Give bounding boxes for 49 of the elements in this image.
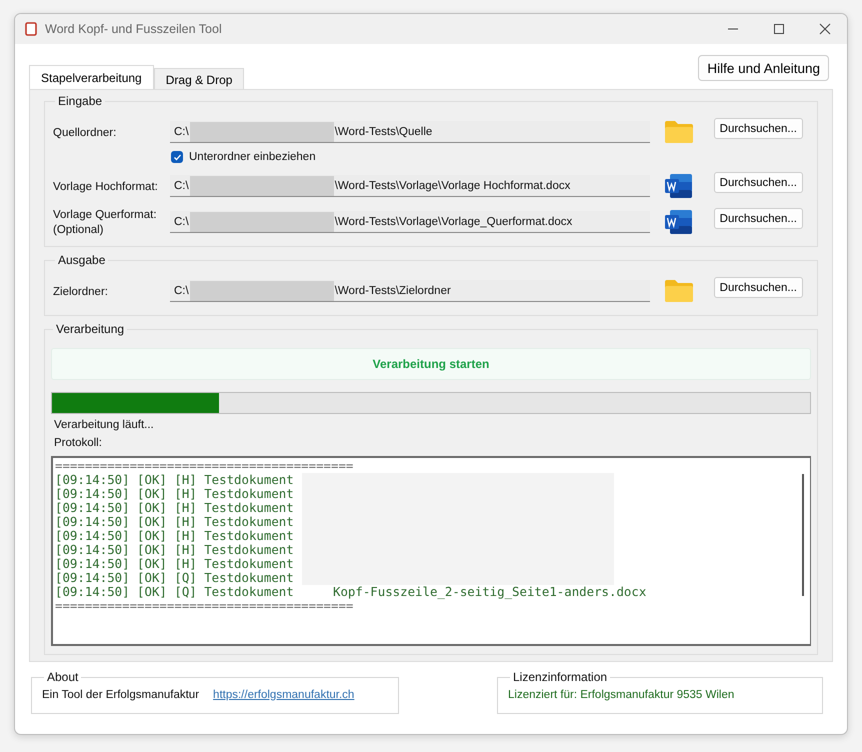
- field-label: Zielordner:: [53, 284, 109, 300]
- website-link[interactable]: https://erfolgsmanufaktur.ch: [213, 688, 354, 700]
- log-line: [09:14:50] [OK] [H] Testdokument: [55, 529, 294, 543]
- group-title: About: [46, 670, 80, 684]
- field-label: Vorlage Hochformat:: [53, 180, 159, 194]
- tab[interactable]: Drag & Drop: [154, 68, 244, 89]
- log-line: Kopf-Fusszeile_2-seitig_Seite1-anders.docx: [333, 585, 646, 599]
- help-button[interactable]: Hilfe und Anleitung: [698, 55, 829, 81]
- field-label: (Optional): [53, 223, 104, 238]
- log-line: ========================================: [55, 599, 354, 613]
- browse-button[interactable]: Durchsuchen...: [714, 208, 803, 229]
- maximize-icon[interactable]: [773, 23, 785, 35]
- group-title: Verarbeitung: [55, 322, 126, 336]
- group-title: Ausgabe: [57, 253, 106, 267]
- log-line: [09:14:50] [OK] [Q] Testdokument: [55, 571, 294, 585]
- folder-icon: [664, 279, 694, 303]
- status-text: Verarbeitung läuft...: [54, 418, 155, 432]
- folder-icon: [664, 120, 694, 144]
- field-label: Vorlage Querformat:: [53, 208, 158, 223]
- path-field[interactable]: C:\ \Word-Tests\Vorlage\Vorlage_Querformat.docx: [170, 211, 650, 233]
- log-line: [09:14:50] [OK] [H] Testdokument: [55, 487, 294, 501]
- log-line: [09:14:50] [OK] [H] Testdokument: [55, 557, 294, 571]
- path-field[interactable]: C:\ \Word-Tests\Zielordner: [170, 280, 650, 302]
- log-line: ========================================: [55, 459, 354, 473]
- document-icon: [664, 173, 694, 199]
- checkbox-label: Unterordner einbeziehen: [189, 151, 316, 163]
- log-line: [09:14:50] [OK] [H] Testdokument: [55, 543, 294, 557]
- field-label: Quellordner:: [53, 126, 118, 140]
- app-icon: [25, 22, 37, 36]
- tab[interactable]: Stapelverarbeitung: [29, 65, 154, 89]
- group-title: Lizenzinformation: [512, 670, 608, 684]
- log-line: [09:14:50] [OK] [H] Testdokument: [55, 473, 294, 487]
- browse-button[interactable]: Durchsuchen...: [714, 118, 803, 139]
- browse-button[interactable]: Durchsuchen...: [714, 277, 803, 298]
- path-field[interactable]: C:\ \Word-Tests\Vorlage\Vorlage Hochformat.docx: [170, 175, 650, 197]
- checkbox[interactable]: [171, 151, 183, 163]
- window-title: Word Kopf- und Fusszeilen Tool: [45, 22, 222, 36]
- log-line: [09:14:50] [OK] [H] Testdokument: [55, 515, 294, 529]
- log-line: [09:14:50] [OK] [H] Testdokument: [55, 501, 294, 515]
- scrollbar[interactable]: [802, 474, 804, 596]
- license-text: Lizenziert für: Erfolgsmanufaktur 9535 Wilen: [508, 688, 734, 700]
- log-label: Protokoll:: [54, 436, 103, 450]
- log-line: [09:14:50] [OK] [Q] Testdokument: [55, 585, 294, 599]
- close-icon[interactable]: [819, 23, 831, 35]
- path-field[interactable]: C:\ \Word-Tests\Quelle: [170, 121, 650, 143]
- browse-button[interactable]: Durchsuchen...: [714, 172, 803, 193]
- document-icon: [664, 209, 694, 235]
- about-text: Ein Tool der Erfolgsmanufaktur: [42, 688, 200, 700]
- group-title: Eingabe: [57, 94, 104, 108]
